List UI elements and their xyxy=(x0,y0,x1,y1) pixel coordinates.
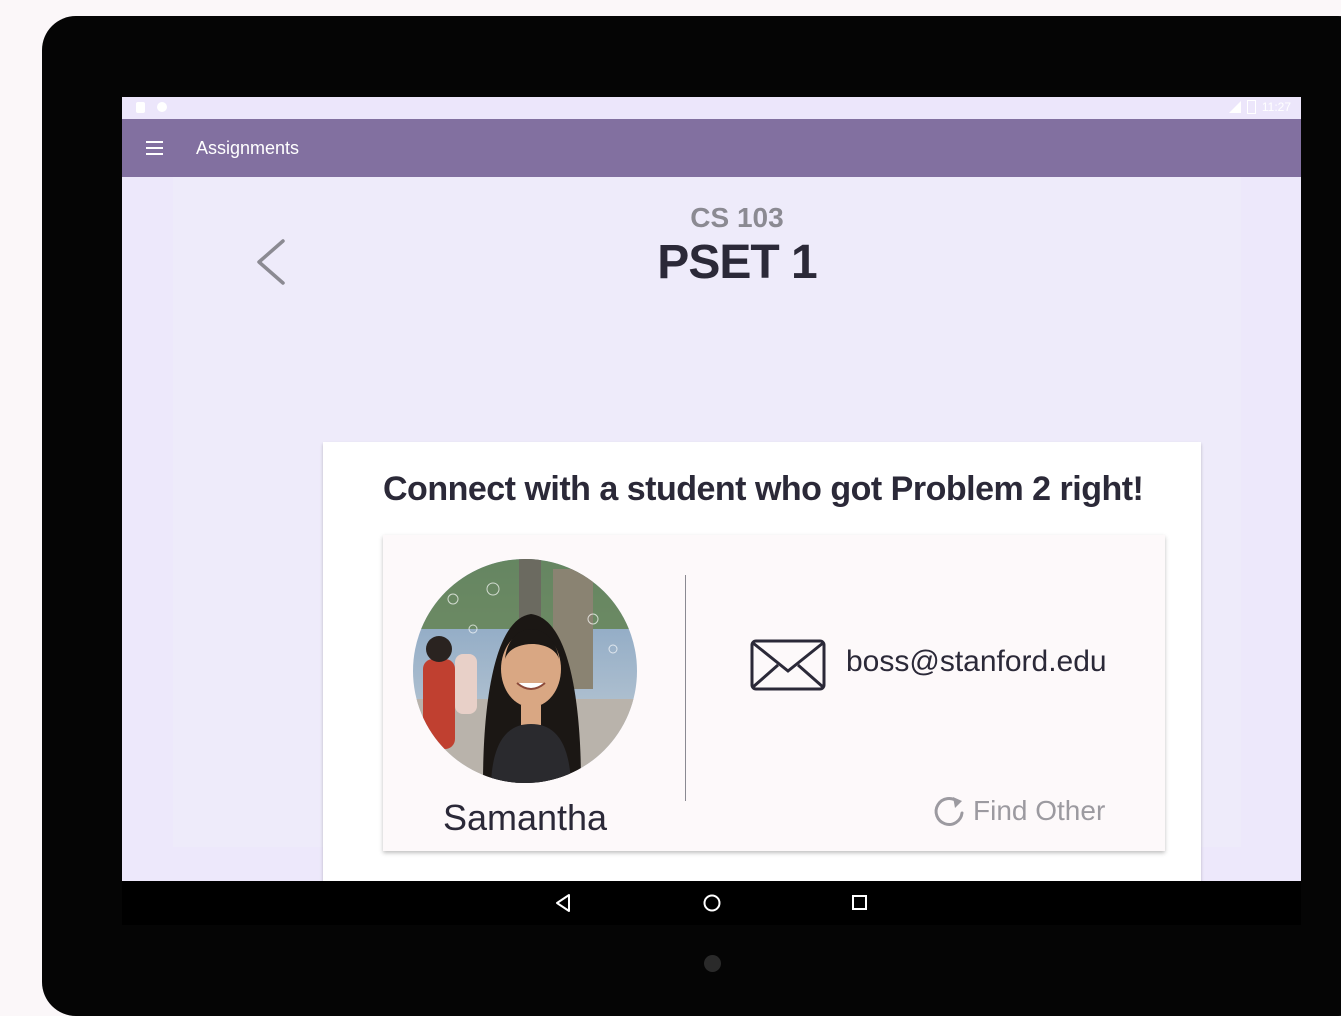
navigation-bar xyxy=(122,881,1301,925)
card-heading: Connect with a student who got Problem 2… xyxy=(383,470,1144,508)
assignment-content: CS 103 PSET 1 Connect with a student who… xyxy=(173,177,1241,900)
student-email[interactable]: boss@stanford.edu xyxy=(846,645,1107,679)
page-title: PSET 1 xyxy=(657,236,817,289)
card-divider xyxy=(685,575,686,801)
student-avatar xyxy=(413,559,637,783)
refresh-icon xyxy=(934,797,964,826)
student-card: Samantha boss@stanford.edu Find Other xyxy=(383,535,1165,851)
nav-back-icon[interactable] xyxy=(554,893,572,913)
app-bar-title: Assignments xyxy=(196,138,300,158)
connect-card: Connect with a student who got Problem 2… xyxy=(323,442,1201,900)
nav-home-icon[interactable] xyxy=(702,893,722,913)
find-other-button[interactable]: Find Other xyxy=(931,793,1105,829)
app-bar: Assignments xyxy=(122,119,1301,177)
signal-icon xyxy=(1228,101,1241,113)
hamburger-menu-icon[interactable] xyxy=(146,141,163,155)
notification-icon xyxy=(136,102,145,113)
course-code: CS 103 xyxy=(690,202,784,233)
front-camera xyxy=(704,955,721,972)
screen: 11:27 Assignments CS 103 PSET 1 Connect … xyxy=(122,97,1301,925)
android-notification-icon xyxy=(157,102,167,112)
nav-recents-icon[interactable] xyxy=(851,893,869,913)
student-name: Samantha xyxy=(442,797,608,838)
envelope-icon[interactable] xyxy=(750,639,826,691)
battery-icon xyxy=(1246,100,1256,114)
status-time: 11:27 xyxy=(1261,100,1291,114)
find-other-label: Find Other xyxy=(973,795,1106,826)
status-bar: 11:27 xyxy=(122,97,1301,119)
